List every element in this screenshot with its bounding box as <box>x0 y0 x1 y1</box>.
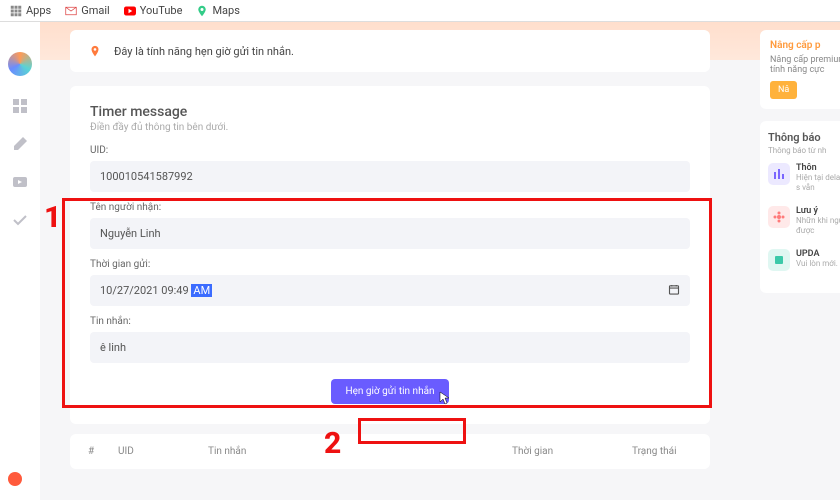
th-message: Tin nhắn <box>208 446 512 457</box>
recipient-input[interactable]: Nguyễn Linh <box>90 218 690 249</box>
bookmark-label: Gmail <box>81 4 109 17</box>
notif-item[interactable]: UPDAVui lòn mới. X <box>768 249 840 271</box>
message-input[interactable]: ê linh <box>90 332 690 363</box>
notif-item-text: Nhữn khi ngư được <box>796 216 840 237</box>
time-date-value: 10/27/2021 09:49 <box>100 284 189 297</box>
upgrade-button[interactable]: Nâ <box>770 81 797 99</box>
notif-title: Thông báo <box>768 131 840 144</box>
upgrade-title: Nâng cấp p <box>770 40 840 51</box>
uid-label: UID: <box>90 145 690 156</box>
th-uid: UID <box>118 446 208 457</box>
right-column: Nâng cấp p Nâng cấp premium, tính năng c… <box>760 30 840 293</box>
dashboard-icon[interactable] <box>12 98 28 114</box>
bookmark-youtube[interactable]: YouTube <box>124 4 183 17</box>
cursor-icon <box>439 391 451 408</box>
notif-item-text: Vui lòn mới. X <box>796 259 840 269</box>
banner-text: Đây là tính năng hẹn giờ gửi tin nhắn. <box>114 45 294 58</box>
box-icon <box>768 249 790 271</box>
card-subtitle: Điền đầy đủ thông tin bên dưới. <box>90 122 690 133</box>
bookmark-gmail[interactable]: Gmail <box>65 4 109 17</box>
bookmark-maps[interactable]: Maps <box>196 4 239 17</box>
th-index: # <box>88 446 118 457</box>
message-label: Tin nhắn: <box>90 316 690 327</box>
app-logo-icon[interactable] <box>8 52 32 76</box>
notifications-card: Thông báo Thông báo từ nh ThônHiện tại d… <box>760 121 840 293</box>
info-banner: Đây là tính năng hẹn giờ gửi tin nhắn. <box>70 30 710 72</box>
youtube-icon <box>124 5 136 17</box>
bookmark-label: Maps <box>212 4 239 17</box>
card-title: Timer message <box>90 104 690 120</box>
notif-item-title: UPDA <box>796 249 840 259</box>
uid-input[interactable]: 100010541587992 <box>90 161 690 192</box>
edit-icon[interactable] <box>12 136 28 152</box>
time-label: Thời gian gửi: <box>90 259 690 270</box>
bookmark-apps[interactable]: Apps <box>10 4 51 17</box>
check-icon[interactable] <box>12 212 28 228</box>
pin-icon <box>88 44 102 58</box>
notif-item-title: Thôn <box>796 163 840 173</box>
time-ampm-value: AM <box>191 284 212 297</box>
th-time: Thời gian <box>512 446 632 457</box>
notif-item[interactable]: ThônHiện tại delay phút s vẫn <box>768 163 840 194</box>
notif-item-text: Hiện tại delay phút s vẫn <box>796 173 840 194</box>
calendar-icon[interactable] <box>668 283 680 298</box>
maps-icon <box>196 5 208 17</box>
timer-message-card: Timer message Điền đầy đủ thông tin bên … <box>70 86 710 424</box>
fab-button[interactable] <box>8 472 22 486</box>
bookmark-label: YouTube <box>140 4 183 17</box>
gmail-icon <box>65 5 77 17</box>
bookmark-label: Apps <box>26 4 51 17</box>
table-header: # UID Tin nhắn Thời gian Trạng thái <box>70 434 710 469</box>
notif-item[interactable]: Lưu ýNhữn khi ngư được <box>768 206 840 237</box>
upgrade-text: Nâng cấp premium, tính năng cực <box>770 55 840 75</box>
page-content: Đây là tính năng hẹn giờ gửi tin nhắn. T… <box>40 22 840 500</box>
bars-icon <box>768 163 790 185</box>
sidebar <box>0 22 40 500</box>
upgrade-card: Nâng cấp p Nâng cấp premium, tính năng c… <box>760 30 840 109</box>
submit-button[interactable]: Hẹn giờ gửi tin nhắn <box>331 379 448 404</box>
notif-item-title: Lưu ý <box>796 206 840 216</box>
bookmark-bar: Apps Gmail YouTube Maps <box>0 0 840 22</box>
play-icon[interactable] <box>12 174 28 190</box>
time-input[interactable]: 10/27/2021 09:49 AM <box>90 275 690 306</box>
recipient-label: Tên người nhận: <box>90 202 690 213</box>
flower-icon <box>768 206 790 228</box>
submit-label: Hẹn giờ gửi tin nhắn <box>345 386 434 397</box>
th-status: Trạng thái <box>632 446 692 457</box>
notif-subtitle: Thông báo từ nh <box>768 146 840 155</box>
apps-icon <box>10 5 22 17</box>
